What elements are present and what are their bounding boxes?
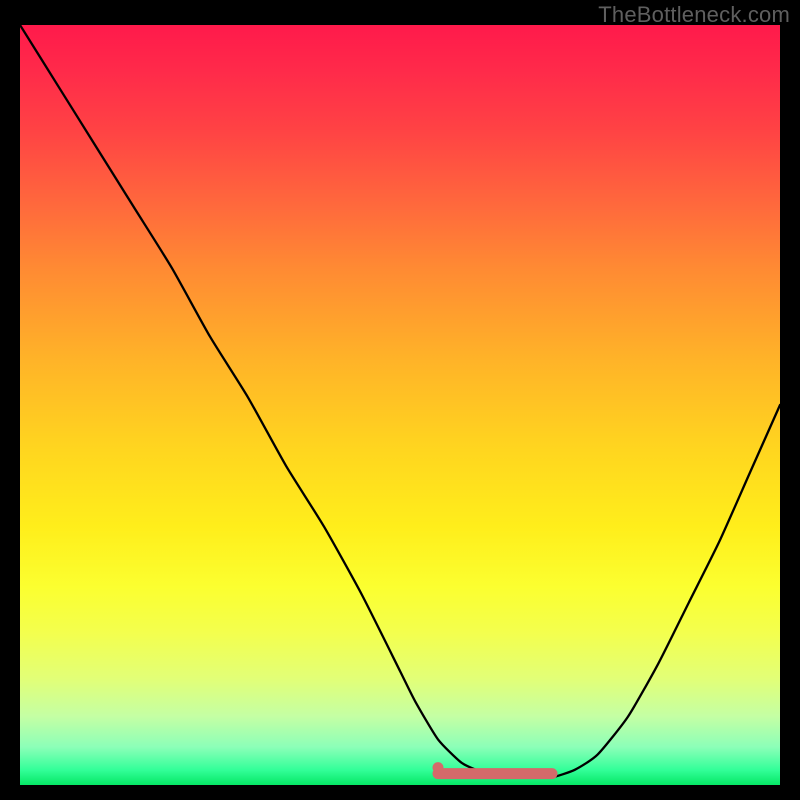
optimal-range-dot (433, 762, 444, 773)
chart-overlay (20, 25, 780, 785)
plot-area (20, 25, 780, 785)
chart-frame: TheBottleneck.com (0, 0, 800, 800)
bottleneck-curve (20, 25, 780, 778)
